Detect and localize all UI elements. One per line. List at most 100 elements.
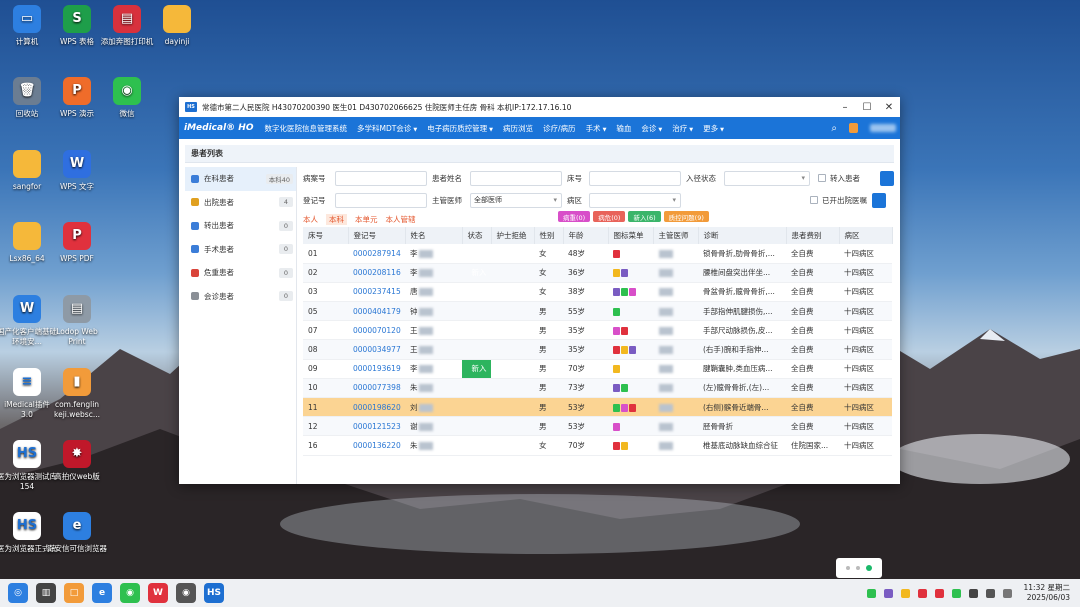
desktop-icon[interactable]: ▮ com.fenglin keji.websc... xyxy=(47,368,107,420)
record-flag-icon[interactable] xyxy=(621,326,628,335)
bed-no-input[interactable] xyxy=(589,170,681,186)
tray-icon[interactable] xyxy=(900,588,910,598)
reg-no-link[interactable]: 0000121523 xyxy=(348,416,405,437)
wps-icon[interactable]: W xyxy=(148,583,168,603)
icon-menu-cell[interactable] xyxy=(608,435,653,456)
status-chip[interactable]: 病危(0) xyxy=(593,211,626,222)
record-flag-icon[interactable] xyxy=(613,249,620,258)
icon-menu-cell[interactable] xyxy=(608,320,653,341)
pager-dot-active[interactable] xyxy=(866,565,872,571)
pager-dot[interactable] xyxy=(856,566,860,570)
clear-button[interactable] xyxy=(872,192,886,208)
tray-icon[interactable] xyxy=(985,588,995,598)
record-flag-icon[interactable] xyxy=(621,403,628,412)
record-flag-icon[interactable] xyxy=(613,326,620,335)
desktop-icon[interactable]: ◉ 微信 xyxy=(97,77,157,119)
notification-icon[interactable] xyxy=(849,123,858,133)
tray-icon[interactable] xyxy=(917,588,927,598)
menu-item[interactable]: 手术 ▼ xyxy=(586,123,607,134)
reg-no-link[interactable]: 0000208116 xyxy=(348,263,405,283)
column-header[interactable]: 诊断 xyxy=(698,227,787,244)
admission-status-select[interactable] xyxy=(724,170,810,186)
sidebar-item[interactable]: 手术患者 0 xyxy=(185,238,296,262)
tray-icon[interactable] xyxy=(883,588,893,598)
launcher-icon[interactable]: ◎ xyxy=(8,583,28,603)
menu-item[interactable]: 数字化医院信息管理系统 xyxy=(264,123,347,134)
quick-filter-link[interactable]: 本人管辖 xyxy=(386,215,416,224)
quick-filter-link[interactable]: 本单元 xyxy=(355,215,378,224)
record-flag-icon[interactable] xyxy=(613,307,620,316)
icon-menu-cell[interactable] xyxy=(608,301,653,322)
column-header[interactable]: 性别 xyxy=(534,227,564,244)
close-button[interactable]: ✕ xyxy=(878,102,900,113)
minimize-button[interactable]: – xyxy=(834,102,856,113)
tray-icon[interactable] xyxy=(951,588,961,598)
table-row[interactable]: 02 0000208116 李新入 女 36岁 腰椎间盘突出伴坐... 全自费 十四病区 xyxy=(303,263,892,283)
camera-icon[interactable]: ◉ xyxy=(176,583,196,603)
column-header[interactable]: 图标菜单 xyxy=(608,227,654,244)
record-flag-icon[interactable] xyxy=(621,346,628,355)
desktop-icon[interactable]: ▤ Lodop Web Print xyxy=(47,295,107,347)
tray-icon[interactable] xyxy=(866,588,876,598)
transfer-in-checkbox[interactable] xyxy=(818,174,826,182)
volume-icon[interactable] xyxy=(1002,588,1012,598)
reg-no-link[interactable]: 0000077398 xyxy=(348,378,405,399)
menu-item[interactable]: 多学科MDT会诊 ▼ xyxy=(357,123,417,134)
maximize-button[interactable]: ☐ xyxy=(856,102,878,113)
app-store-icon[interactable]: □ xyxy=(64,583,84,603)
ward-select[interactable] xyxy=(589,192,681,208)
wechat-icon[interactable]: ◉ xyxy=(120,583,140,603)
status-chip[interactable]: 质控问题(9) xyxy=(663,211,709,222)
icon-menu-cell[interactable] xyxy=(608,339,653,360)
browser-icon[interactable]: e xyxy=(92,583,112,603)
record-flag-icon[interactable] xyxy=(621,288,628,297)
record-flag-icon[interactable] xyxy=(621,269,628,278)
icon-menu-cell[interactable] xyxy=(608,244,653,264)
reg-no-link[interactable]: 0000070120 xyxy=(348,320,405,341)
icon-menu-cell[interactable] xyxy=(608,282,653,303)
reg-no-input[interactable] xyxy=(335,192,427,208)
table-row[interactable]: 10 0000077398 朱 男 73岁 (左)髋骨骨折,(左)... 全自费 十四病区 xyxy=(303,378,892,399)
his-window[interactable]: HS 常德市第二人民医院 H43070200390 医生01 D43070206… xyxy=(179,97,900,484)
record-flag-icon[interactable] xyxy=(629,403,636,412)
case-no-input[interactable] xyxy=(335,170,427,186)
reg-no-link[interactable]: 0000136220 xyxy=(348,435,405,456)
column-header[interactable]: 年龄 xyxy=(563,227,609,244)
table-row[interactable]: 12 0000121523 谢 男 53岁 胫骨骨折 全自费 十四病区 xyxy=(303,416,892,437)
desktop-icon[interactable]: P WPS PDF xyxy=(47,222,107,264)
user-info[interactable] xyxy=(870,124,896,132)
column-header[interactable]: 状态 xyxy=(462,227,492,244)
table-row[interactable]: 05 0000404179 钟 男 55岁 手部指伸肌腱损伤,... 全自费 十四病区 xyxy=(303,301,892,322)
table-row[interactable]: 11 0000198620 刘 男 53岁 (右侧)髌骨近端骨... 全自费 十四病区 xyxy=(303,397,892,418)
reg-no-link[interactable]: 0000287914 xyxy=(348,244,405,264)
window-titlebar[interactable]: HS 常德市第二人民医院 H43070200390 医生01 D43070206… xyxy=(179,97,900,117)
menu-item[interactable]: 会诊 ▼ xyxy=(641,123,662,134)
record-flag-icon[interactable] xyxy=(613,288,620,297)
column-header[interactable]: 病区 xyxy=(839,227,893,244)
column-header[interactable]: 患者费别 xyxy=(786,227,840,244)
sidebar-item[interactable]: 会诊患者 0 xyxy=(185,285,296,309)
table-row[interactable]: 08 0000034977 王 男 35岁 (右手)腕和手指伸... 全自费 十四病区 xyxy=(303,339,892,360)
icon-menu-cell[interactable] xyxy=(608,416,653,437)
icon-menu-cell[interactable] xyxy=(608,359,653,379)
column-header[interactable]: 床号 xyxy=(303,227,349,244)
his-icon[interactable]: HS xyxy=(204,583,224,603)
reg-no-link[interactable]: 0000034977 xyxy=(348,339,405,360)
record-flag-icon[interactable] xyxy=(613,422,620,431)
reg-no-link[interactable]: 0000237415 xyxy=(348,282,405,303)
tray-icon[interactable] xyxy=(968,588,978,598)
table-row[interactable]: 09 0000193619 李新入 男 70岁 腱鞘囊肿,类血压病... 全自费 十四病区 xyxy=(303,359,892,379)
menu-item[interactable]: 治疗 ▼ xyxy=(672,123,693,134)
discharge-order-checkbox[interactable] xyxy=(810,196,818,204)
multitask-icon[interactable]: ▥ xyxy=(36,583,56,603)
record-flag-icon[interactable] xyxy=(621,441,628,450)
reg-no-link[interactable]: 0000404179 xyxy=(348,301,405,322)
attending-select[interactable]: 全部医师 xyxy=(470,192,562,208)
table-row[interactable]: 07 0000070120 王 男 35岁 手部尺动脉损伤,皮... 全自费 十四病区 xyxy=(303,320,892,341)
record-flag-icon[interactable] xyxy=(613,403,620,412)
record-flag-icon[interactable] xyxy=(613,441,620,450)
column-header[interactable]: 姓名 xyxy=(405,227,463,244)
menu-item[interactable]: 诊疗/病历 xyxy=(543,123,576,134)
desktop-icon[interactable]: ✸ 高拍仪web版 xyxy=(47,440,107,482)
pager-popup[interactable] xyxy=(836,558,882,578)
